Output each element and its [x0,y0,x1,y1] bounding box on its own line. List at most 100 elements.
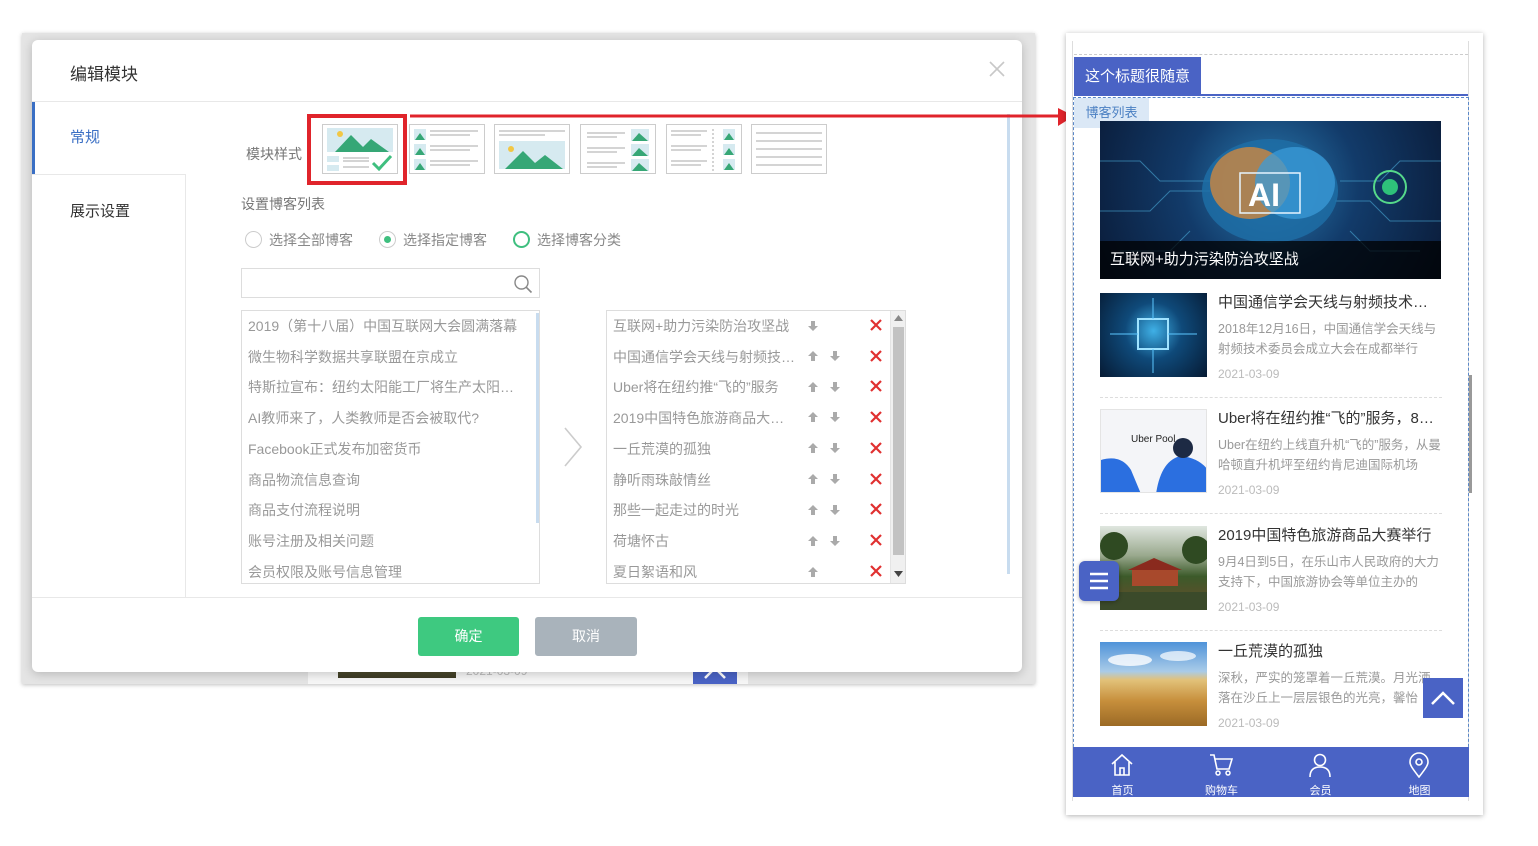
move-down-icon[interactable] [829,411,841,423]
hero-ai-text: AI [1248,177,1280,213]
remove-icon[interactable] [869,502,883,516]
tab-map-label: 地图 [1408,785,1431,797]
move-down-icon[interactable] [829,350,841,362]
chevron-right-icon[interactable] [562,426,584,468]
available-blog-item[interactable]: 商品物流信息查询 [248,465,520,495]
move-up-icon[interactable] [807,411,819,423]
move-up-icon[interactable] [807,535,819,547]
menu-icon[interactable] [1079,561,1119,601]
available-blog-item[interactable]: 商品支付流程说明 [248,495,520,525]
remove-icon[interactable] [869,564,883,578]
blog-title: Uber将在纽约推“飞的”服务，8分钟到机场 [1218,410,1442,427]
blog-description: Uber在纽约上线直升机“飞的”服务，从曼哈顿直升机坪至纽约肯尼迪国际机场 [1218,438,1441,472]
available-blog-item[interactable]: Facebook正式发布加密货币 [248,434,520,464]
remove-icon[interactable] [869,533,883,547]
remove-icon[interactable] [869,318,883,332]
mobile-preview: 这个标题很随意 博客列表 AI 互联网+助力污染防治攻坚战 中国通信学会天线与射… [1066,33,1483,815]
selected-blog-item[interactable]: 那些一起走过的时光 [613,495,795,525]
search-icon[interactable] [513,274,533,294]
available-blog-item[interactable]: 会员权限及账号信息管理 [248,557,520,583]
edit-module-dialog: 编辑模块 常规 展示设置 模块样式 设置博客列表 选择全部博客 选择指定博客 选… [32,40,1022,672]
selected-blog-item[interactable]: 荷塘怀古 [613,526,795,556]
dialog-scrollbar[interactable] [1007,114,1010,574]
blog-item[interactable]: Uber Pool Uber将在纽约推“飞的”服务，8分钟到机场 Uber在纽约… [1100,409,1442,525]
available-blog-item[interactable]: 账号注册及相关问题 [248,526,520,556]
move-up-icon[interactable] [807,473,819,485]
selected-list-scrollbar[interactable] [890,311,905,583]
move-down-icon[interactable] [829,381,841,393]
tab-cart[interactable]: 购物车 [1172,747,1271,797]
available-list-scrollbar[interactable] [536,313,539,523]
blog-date: 2021-03-09 [1218,483,1280,497]
style-label: 模块样式 [246,146,302,162]
remove-icon[interactable] [869,410,883,424]
selected-blog-item[interactable]: 夏日絮语和风 [613,557,795,583]
tab-map[interactable]: 地图 [1370,747,1469,797]
tab-display-settings[interactable]: 展示设置 [32,174,186,248]
cancel-button[interactable]: 取消 [535,617,637,656]
blog-description: 9月4日到5日，在乐山市人民政府的大力支持下，中国旅游协会等单位主办的 [1218,555,1439,589]
radio-all-blogs[interactable]: 选择全部博客 [245,230,353,250]
item-divider [1100,513,1442,514]
annotation-arrow [410,108,1074,126]
radio-all-dot [245,231,262,248]
selected-blog-item[interactable]: 互联网+助力污染防治攻坚战 [613,311,795,341]
item-divider [1100,630,1442,631]
available-blog-item[interactable]: 特斯拉宣布：纽约太阳能工厂将生产太阳能屋顶 [248,372,520,402]
move-down-icon[interactable] [829,442,841,454]
hero-caption: 互联网+助力污染防治攻坚战 [1100,241,1441,279]
selected-blog-item[interactable]: 2019中国特色旅游商品大赛举行 [613,403,795,433]
move-up-icon[interactable] [807,566,819,578]
available-blog-item[interactable]: AI教师来了，人类教师是否会被取代? [248,403,520,433]
tab-cart-label: 购物车 [1205,785,1238,797]
dialog-title: 编辑模块 [70,65,138,84]
selected-blog-item[interactable]: Uber将在纽约推“飞的”服务 [613,372,795,402]
move-up-icon[interactable] [807,504,819,516]
tab-general[interactable]: 常规 [32,102,186,174]
bottom-tab-bar: 首页 购物车 会员 地图 [1073,747,1469,797]
blog-date: 2021-03-09 [1218,600,1280,614]
blog-title: 一丘荒漠的孤独 [1218,643,1324,660]
radio-specific-dot [379,231,396,248]
blog-thumbnail [1100,293,1207,377]
scrollbar-thumb[interactable] [893,327,904,555]
available-blog-item[interactable]: 微生物科学数据共享联盟在京成立 [248,342,520,372]
map-pin-icon [1409,752,1429,778]
selected-blog-item[interactable]: 静听雨珠敲情丝 [613,465,795,495]
uber-pool-text: Uber Pool [1131,434,1176,445]
move-down-icon[interactable] [829,504,841,516]
radio-all-label: 选择全部博客 [269,232,353,248]
selected-blog-item[interactable]: 一丘荒漠的孤独 [613,434,795,464]
move-down-icon[interactable] [829,473,841,485]
close-icon[interactable] [986,58,1008,80]
radio-blog-category[interactable]: 选择博客分类 [513,230,621,250]
selected-blog-list: 互联网+助力污染防治攻坚战 中国通信学会天线与射频技术委员会 Uber将在纽约推… [606,310,906,584]
selected-blog-item[interactable]: 中国通信学会天线与射频技术委员会 [613,342,795,372]
remove-icon[interactable] [869,379,883,393]
move-up-icon[interactable] [807,381,819,393]
blog-item[interactable]: 2019中国特色旅游商品大赛举行 9月4日到5日，在乐山市人民政府的大力支持下，… [1100,526,1442,642]
back-to-top-icon[interactable] [1423,678,1463,718]
hero-image[interactable]: AI 互联网+助力污染防治攻坚战 [1100,121,1441,279]
radio-specific-blogs[interactable]: 选择指定博客 [379,230,487,250]
blog-thumbnail [1100,642,1207,726]
remove-icon[interactable] [869,349,883,363]
move-up-icon[interactable] [807,442,819,454]
tab-member[interactable]: 会员 [1271,747,1370,797]
remove-icon[interactable] [869,441,883,455]
radio-specific-label: 选择指定博客 [403,232,487,248]
move-down-icon[interactable] [807,320,819,332]
confirm-button[interactable]: 确定 [418,617,519,656]
remove-icon[interactable] [869,472,883,486]
radio-category-label: 选择博客分类 [537,232,621,248]
blog-title: 2019中国特色旅游商品大赛举行 [1218,527,1432,544]
item-divider [1100,397,1442,398]
blog-item[interactable]: 一丘荒漠的孤独 深秋，严实的笼罩着一丘荒漠。月光洒落在沙丘上一层层银色的光亮，馨… [1100,642,1442,758]
move-up-icon[interactable] [807,350,819,362]
available-blog-item[interactable]: 2019（第十八届）中国互联网大会圆满落幕 [248,311,520,341]
tab-home[interactable]: 首页 [1073,747,1172,797]
move-down-icon[interactable] [829,535,841,547]
blog-item[interactable]: 中国通信学会天线与射频技术委员会成立 2018年12月16日，中国通信学会天线与… [1100,293,1442,409]
blog-search-input[interactable] [241,268,540,298]
preview-scrollbar[interactable] [1469,375,1472,493]
